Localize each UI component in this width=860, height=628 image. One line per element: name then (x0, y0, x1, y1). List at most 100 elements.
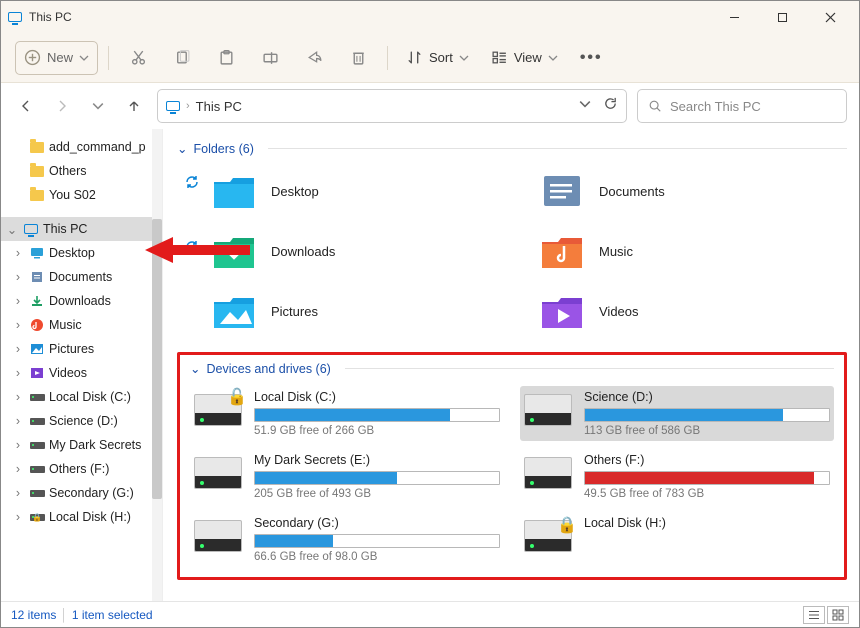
separator (268, 148, 847, 149)
music-icon (539, 231, 585, 271)
tree-item[interactable]: ›Others (F:) (1, 457, 162, 481)
scrollbar-thumb[interactable] (152, 219, 162, 499)
tree-label: Pictures (49, 342, 94, 356)
drive-tile[interactable]: Science (D:)113 GB free of 586 GB (520, 386, 834, 441)
drives-section-header[interactable]: ⌄ Devices and drives (6) (190, 361, 834, 382)
close-button[interactable] (807, 2, 853, 32)
share-button[interactable] (295, 41, 333, 75)
tree-label: Downloads (49, 294, 111, 308)
drive-name: My Dark Secrets (E:) (254, 453, 500, 467)
copy-button[interactable] (163, 41, 201, 75)
folder-desktop[interactable]: Desktop (211, 166, 519, 216)
folder-music[interactable]: Music (539, 226, 847, 276)
drives-highlight-box: ⌄ Devices and drives (6) 🔓Local Disk (C:… (177, 352, 847, 580)
chevron-down-icon[interactable]: ⌄ (5, 222, 19, 237)
explorer-window: This PC New Sort View ••• (0, 0, 860, 628)
drive-tile[interactable]: My Dark Secrets (E:)205 GB free of 493 G… (190, 449, 504, 504)
pictures-icon (211, 291, 257, 331)
tree-item[interactable]: ›Downloads (1, 289, 162, 313)
address-bar[interactable]: › This PC (157, 89, 627, 123)
tree-label: Local Disk (H:) (49, 510, 131, 524)
tree-item[interactable]: ›Local Disk (C:) (1, 385, 162, 409)
folder-label: Pictures (271, 304, 318, 319)
tree-label: This PC (43, 222, 87, 236)
tree-item[interactable]: ›Videos (1, 361, 162, 385)
drive-name: Local Disk (H:) (584, 516, 830, 530)
drive-tile[interactable]: 🔒Local Disk (H:) (520, 512, 834, 567)
details-view-button[interactable] (803, 606, 825, 624)
tree-item[interactable]: ›Science (D:) (1, 409, 162, 433)
refresh-icon[interactable] (603, 96, 618, 116)
up-button[interactable] (121, 93, 147, 119)
chevron-down-icon: ⌄ (190, 361, 200, 376)
tree-item[interactable]: ›My Dark Secrets (1, 433, 162, 457)
documents-icon (539, 171, 585, 211)
new-button-label: New (47, 50, 73, 65)
tree-label: add_command_p (49, 140, 146, 154)
drives-grid: 🔓Local Disk (C:)51.9 GB free of 266 GB Sc… (190, 382, 834, 567)
tree-item[interactable]: ›Secondary (G:) (1, 481, 162, 505)
maximize-button[interactable] (759, 2, 805, 32)
thispc-icon (166, 101, 180, 111)
view-toggle (803, 606, 849, 624)
folder-label: Downloads (271, 244, 335, 259)
back-button[interactable] (13, 93, 39, 119)
navigation-pane: add_command_p Others You S02 ⌄This PC ›D… (1, 129, 163, 601)
tree-label: Others (49, 164, 87, 178)
tree-item[interactable]: ›Pictures (1, 337, 162, 361)
drive-tile[interactable]: Secondary (G:)66.6 GB free of 98.0 GB (190, 512, 504, 567)
sync-icon[interactable] (184, 239, 200, 260)
cut-button[interactable] (119, 41, 157, 75)
chevron-down-icon[interactable] (579, 97, 591, 115)
folder-videos[interactable]: Videos (539, 286, 847, 336)
window-title: This PC (29, 10, 72, 24)
drive-tile[interactable]: 🔓Local Disk (C:)51.9 GB free of 266 GB (190, 386, 504, 441)
search-icon (648, 99, 662, 113)
rename-button[interactable] (251, 41, 289, 75)
view-button[interactable]: View (483, 41, 566, 75)
folder-documents[interactable]: Documents (539, 166, 847, 216)
usage-bar (584, 471, 830, 485)
new-button[interactable]: New (15, 41, 98, 75)
breadcrumb[interactable]: This PC (196, 99, 242, 114)
more-button[interactable]: ••• (572, 41, 611, 75)
drive-free-text: 51.9 GB free of 266 GB (254, 425, 500, 437)
tree-item[interactable]: ›Music (1, 313, 162, 337)
sort-button[interactable]: Sort (398, 41, 477, 75)
recent-dropdown[interactable] (85, 93, 111, 119)
chevron-right-icon[interactable]: › (11, 246, 25, 260)
tree-item[interactable]: ›Documents (1, 265, 162, 289)
search-input[interactable]: Search This PC (637, 89, 847, 123)
folders-section-header[interactable]: ⌄ Folders (6) (177, 137, 847, 162)
tree-label: You S02 (49, 188, 96, 202)
tree-label: Documents (49, 270, 112, 284)
forward-button[interactable] (49, 93, 75, 119)
desktop-icon (211, 171, 257, 211)
usage-bar (584, 408, 830, 422)
folder-label: Documents (599, 184, 665, 199)
drive-tile[interactable]: Others (F:)49.5 GB free of 783 GB (520, 449, 834, 504)
tree-item[interactable]: ›🔒Local Disk (H:) (1, 505, 162, 529)
tree-label: Secondary (G:) (49, 486, 134, 500)
separator (108, 46, 109, 70)
command-bar: New Sort View ••• (1, 33, 859, 83)
delete-button[interactable] (339, 41, 377, 75)
chevron-right-icon: › (186, 100, 190, 112)
folder-downloads[interactable]: Downloads (211, 226, 519, 276)
drive-icon (524, 457, 572, 489)
drive-free-text: 49.5 GB free of 783 GB (584, 488, 830, 500)
icons-view-button[interactable] (827, 606, 849, 624)
minimize-button[interactable] (711, 2, 757, 32)
drive-icon (194, 457, 242, 489)
tree-item[interactable]: ›Desktop (1, 241, 162, 265)
sync-icon[interactable] (184, 174, 200, 195)
tree-item[interactable]: add_command_p (1, 135, 162, 159)
paste-button[interactable] (207, 41, 245, 75)
folder-pictures[interactable]: Pictures (211, 286, 519, 336)
tree-item[interactable]: You S02 (1, 183, 162, 207)
tree-item-thispc[interactable]: ⌄ This PC (1, 217, 162, 241)
tree-item[interactable]: Others (1, 159, 162, 183)
folder-label: Desktop (271, 184, 319, 199)
tree-label: My Dark Secrets (49, 438, 141, 452)
status-selected: 1 item selected (72, 608, 153, 622)
